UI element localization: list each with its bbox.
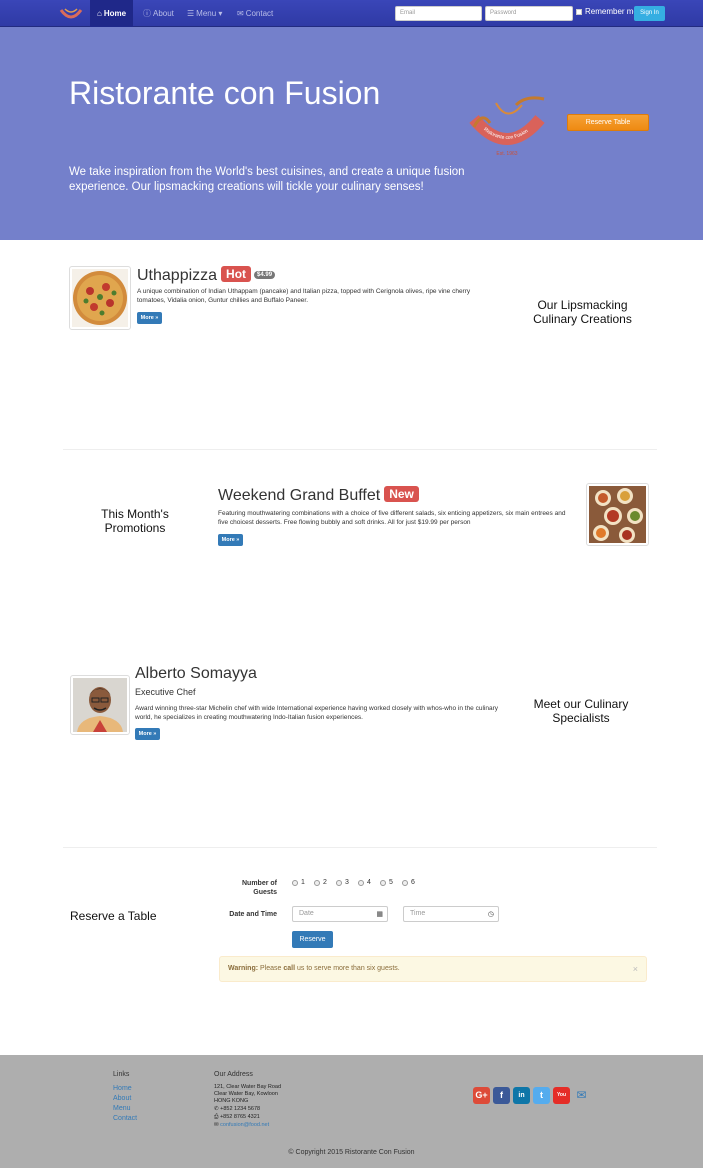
footer-link-menu[interactable]: Menu bbox=[113, 1105, 131, 1112]
envelope-icon: ✉ bbox=[214, 1122, 219, 1128]
phone-icon: ✆ bbox=[214, 1106, 219, 1112]
guest-option-2[interactable]: 2 bbox=[314, 879, 327, 886]
checkbox[interactable] bbox=[576, 8, 582, 15]
warning-alert: Warning: Please call us to serve more th… bbox=[219, 956, 647, 982]
radio-button[interactable] bbox=[292, 879, 298, 886]
nav-menu[interactable]: ☰ Menu ▾ bbox=[187, 0, 222, 27]
twitter-icon[interactable]: t bbox=[533, 1087, 550, 1104]
signin-button[interactable]: Sign In bbox=[634, 6, 665, 21]
address-line: Clear Water Bay, Kowloon bbox=[214, 1091, 278, 1097]
address-line: HONG KONG bbox=[214, 1098, 249, 1104]
calendar-icon[interactable]: ▦ bbox=[376, 908, 383, 922]
nav-home[interactable]: ⌂ Home bbox=[90, 0, 134, 27]
divider bbox=[63, 847, 657, 848]
remember-checkbox[interactable]: Remember me bbox=[576, 7, 638, 16]
nav-contact[interactable]: ✉ Contact bbox=[237, 0, 273, 27]
promotion-side-heading: This Month's Promotions bbox=[101, 507, 169, 535]
guest-option-6[interactable]: 6 bbox=[402, 879, 415, 886]
divider bbox=[63, 449, 657, 450]
address-line: 121, Clear Water Bay Road bbox=[214, 1084, 282, 1090]
price-badge: $4.99 bbox=[254, 271, 276, 279]
promotion-more-button[interactable]: More » bbox=[218, 534, 243, 546]
clock-icon[interactable]: ◷ bbox=[488, 908, 494, 922]
phone-line: ✆ +852 1234 5678 bbox=[214, 1106, 261, 1112]
email-link[interactable]: confusion@food.net bbox=[220, 1122, 269, 1128]
linkedin-icon[interactable]: in bbox=[513, 1087, 530, 1104]
chef-photo bbox=[73, 678, 127, 732]
email-input[interactable]: Email bbox=[395, 6, 482, 21]
chef-side-heading: Meet our Culinary Specialists bbox=[533, 697, 629, 725]
jumbotron: Ristorante con Fusion We take inspiratio… bbox=[0, 27, 703, 240]
chef-name: Alberto Somayya bbox=[135, 665, 257, 682]
time-input[interactable]: Time ◷ bbox=[403, 906, 499, 922]
fax-icon: ⎙ bbox=[214, 1114, 219, 1120]
envelope-icon: ✉ bbox=[237, 9, 244, 18]
guest-option-3[interactable]: 3 bbox=[336, 879, 349, 886]
radio-button[interactable] bbox=[358, 879, 364, 886]
dish-thumbnail bbox=[69, 266, 131, 330]
seal-est: Est. 1963 bbox=[496, 151, 517, 157]
restaurant-logo: Ristorante con Fusion Est. 1963 bbox=[469, 96, 545, 157]
chef-more-button[interactable]: More » bbox=[135, 728, 160, 740]
page-title: Ristorante con Fusion bbox=[69, 75, 381, 111]
email-line: ✉ confusion@food.net bbox=[214, 1122, 269, 1129]
nav-about[interactable]: ⓘ About bbox=[143, 0, 174, 27]
promotion-thumbnail bbox=[586, 483, 649, 546]
copyright: © Copyright 2015 Ristorante Con Fusion bbox=[288, 1149, 415, 1156]
close-icon[interactable]: × bbox=[633, 957, 638, 981]
dish-side-heading: Our Lipsmacking Culinary Creations bbox=[533, 298, 632, 326]
radio-button[interactable] bbox=[336, 879, 342, 886]
footer-link-contact[interactable]: Contact bbox=[113, 1115, 137, 1122]
chef-role: Executive Chef bbox=[135, 687, 196, 697]
new-badge: New bbox=[384, 486, 419, 502]
footer-link-about[interactable]: About bbox=[113, 1095, 131, 1102]
radio-button[interactable] bbox=[314, 879, 320, 886]
guests-label: Number of Guests bbox=[242, 880, 277, 896]
info-icon: ⓘ bbox=[143, 9, 151, 18]
reserve-table-button[interactable]: Reserve Table bbox=[567, 114, 649, 131]
links-heading: Links bbox=[113, 1071, 130, 1078]
brand-logo[interactable] bbox=[58, 6, 84, 22]
guest-option-5[interactable]: 5 bbox=[380, 879, 393, 886]
list-icon: ☰ bbox=[187, 9, 195, 18]
google-plus-icon[interactable]: G+ bbox=[473, 1087, 490, 1104]
date-input[interactable]: Date ▦ bbox=[292, 906, 388, 922]
dish-more-button[interactable]: More » bbox=[137, 312, 162, 324]
reserve-heading: Reserve a Table bbox=[70, 909, 157, 923]
promotion-description: Featuring mouthwatering combinations wit… bbox=[218, 510, 566, 526]
caret-down-icon: ▾ bbox=[218, 9, 223, 18]
dish-heading: Uthappizza Hot $4.99 bbox=[137, 266, 276, 285]
reserve-submit-button[interactable]: Reserve bbox=[292, 931, 333, 948]
mail-icon[interactable]: ✉ bbox=[573, 1087, 590, 1104]
chef-thumbnail bbox=[70, 675, 130, 735]
home-icon: ⌂ bbox=[97, 9, 102, 18]
password-input[interactable]: Password bbox=[485, 6, 573, 21]
footer-link-home[interactable]: Home bbox=[113, 1085, 132, 1092]
buffet-image bbox=[589, 486, 646, 543]
radio-button[interactable] bbox=[402, 879, 408, 886]
facebook-icon[interactable]: f bbox=[493, 1087, 510, 1104]
dish-description: A unique combination of Indian Uthappam … bbox=[137, 288, 471, 304]
promotion-heading: Weekend Grand Buffet New bbox=[218, 486, 419, 505]
chef-description: Award winning three-star Michelin chef w… bbox=[135, 705, 498, 721]
address-heading: Our Address bbox=[214, 1071, 253, 1078]
youtube-icon[interactable]: You bbox=[553, 1087, 570, 1104]
guest-option-4[interactable]: 4 bbox=[358, 879, 371, 886]
pizza-image bbox=[72, 269, 128, 327]
jumbotron-description: We take inspiration from the World's bes… bbox=[69, 166, 465, 193]
hot-badge: Hot bbox=[221, 266, 252, 282]
navbar: ⌂ Home ⓘ About ☰ Menu ▾ ✉ Contact Email Pass… bbox=[0, 0, 703, 27]
fax-line: ⎙ +852 8765 4321 bbox=[214, 1114, 260, 1120]
datetime-label: Date and Time bbox=[229, 911, 277, 918]
radio-button[interactable] bbox=[380, 879, 386, 886]
guest-option-1[interactable]: 1 bbox=[292, 879, 305, 886]
